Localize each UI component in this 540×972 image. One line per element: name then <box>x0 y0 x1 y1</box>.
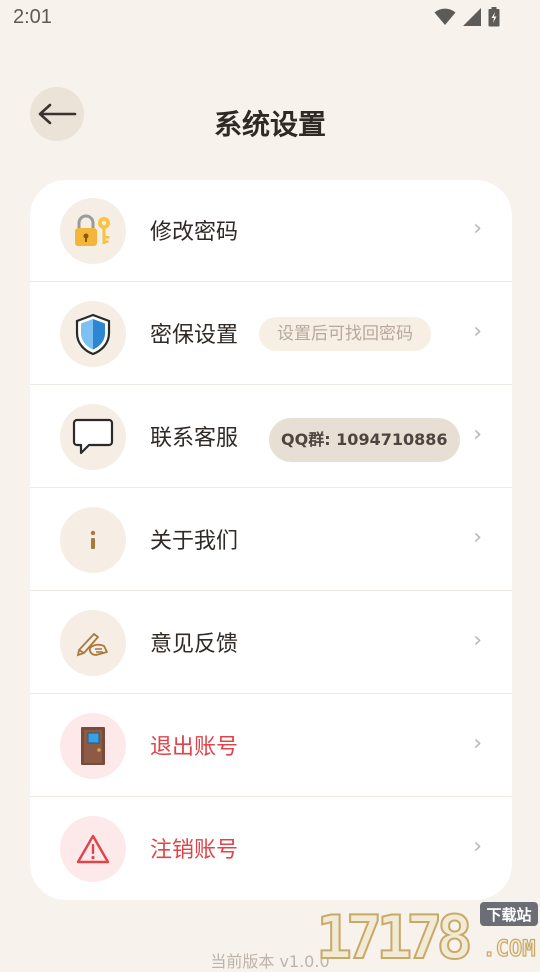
status-icons <box>434 7 500 27</box>
icon-badge <box>60 713 126 779</box>
chevron-right-icon: › <box>473 731 482 756</box>
chevron-right-icon: › <box>473 525 482 550</box>
row-label: 退出账号 <box>150 735 239 760</box>
warning-icon <box>76 834 110 864</box>
divider <box>30 796 512 797</box>
svg-text:17178: 17178 <box>316 903 469 960</box>
writing-hand-icon <box>76 633 108 657</box>
chevron-right-icon: › <box>473 422 482 447</box>
setting-row-logout[interactable]: 退出账号 › <box>30 695 512 797</box>
row-label: 意见反馈 <box>150 632 239 657</box>
setting-row-contact-support[interactable]: 联系客服 QQ群: 1094710886 › <box>30 386 512 488</box>
row-label: 联系客服 <box>150 426 239 451</box>
icon-badge <box>60 610 126 676</box>
divider <box>30 384 512 385</box>
page-title: 系统设置 <box>213 108 326 141</box>
setting-row-feedback[interactable]: 意见反馈 › <box>30 592 512 694</box>
chevron-right-icon: › <box>473 216 482 241</box>
divider <box>30 590 512 591</box>
status-bar: 2:01 <box>0 0 540 36</box>
setting-row-change-password[interactable]: 修改密码 › <box>30 180 512 282</box>
icon-badge <box>60 198 126 264</box>
settings-card: 修改密码 › 密保设置 设置后可找回密码 › 联系客服 QQ群: 1094710… <box>30 180 512 900</box>
battery-icon <box>488 7 500 27</box>
divider <box>30 281 512 282</box>
row-label: 修改密码 <box>150 220 239 245</box>
setting-row-delete-account[interactable]: 注销账号 › <box>30 798 512 900</box>
divider <box>30 693 512 694</box>
chat-bubble-icon <box>72 418 114 455</box>
qq-group-tag[interactable]: QQ群: 1094710886 <box>269 418 460 462</box>
signal-icon <box>463 8 481 26</box>
row-label: 关于我们 <box>150 529 239 554</box>
divider <box>30 487 512 488</box>
icon-badge <box>60 507 126 573</box>
setting-row-about[interactable]: 关于我们 › <box>30 489 512 591</box>
chevron-right-icon: › <box>473 834 482 859</box>
chevron-right-icon: › <box>473 319 482 344</box>
lock-key-icon <box>75 214 110 246</box>
status-time: 2:01 <box>13 6 52 28</box>
icon-badge <box>60 404 126 470</box>
shield-icon <box>75 313 111 355</box>
door-icon <box>81 727 105 765</box>
chevron-right-icon: › <box>473 628 482 653</box>
svg-text:下载站: 下载站 <box>486 906 531 924</box>
icon-badge <box>60 816 126 882</box>
row-label: 注销账号 <box>150 838 239 863</box>
setting-row-security[interactable]: 密保设置 设置后可找回密码 › <box>30 283 512 385</box>
info-icon <box>90 530 96 549</box>
svg-text:.COM: .COM <box>483 937 536 960</box>
row-label: 密保设置 <box>150 323 239 348</box>
hint-tag: 设置后可找回密码 <box>259 317 431 351</box>
site-watermark-logo: 17178 下载站 .COM <box>316 902 538 960</box>
icon-badge <box>60 301 126 367</box>
wifi-icon <box>434 8 456 25</box>
